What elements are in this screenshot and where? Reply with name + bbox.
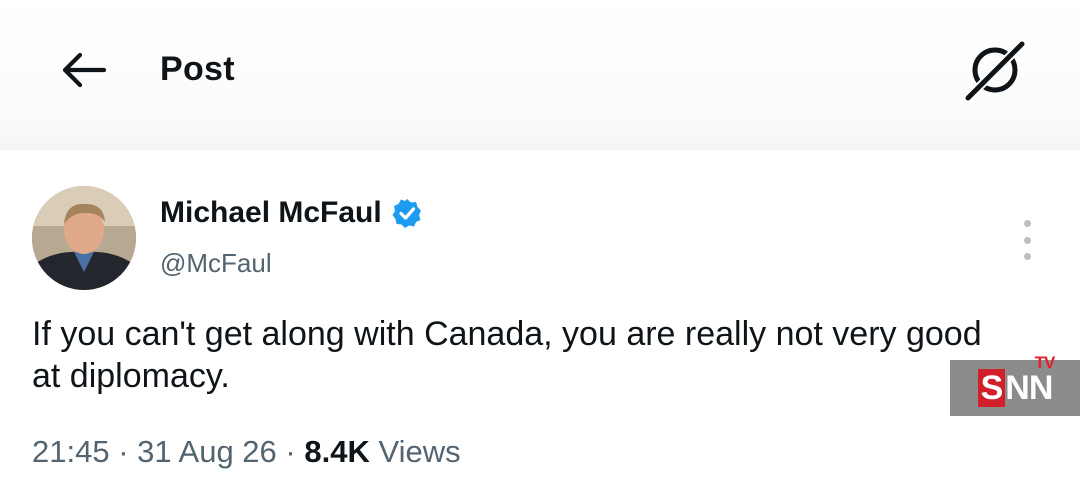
tweet-time[interactable]: 21:45	[32, 434, 110, 469]
views-label: Views	[378, 434, 461, 469]
page-title: Post	[160, 50, 235, 88]
tweet-date[interactable]: 31 Aug 26	[137, 434, 277, 469]
grok-button[interactable]	[962, 39, 1028, 103]
author-name-row: Michael McFaul	[160, 196, 422, 230]
meta-separator: ·	[118, 434, 129, 469]
avatar[interactable]	[32, 186, 136, 290]
arrow-left-icon	[62, 52, 107, 88]
snn-tv-logo: SNN TV	[977, 353, 1055, 408]
logo-tv: TV	[1034, 352, 1056, 372]
tweet-text: If you can't get along with Canada, you …	[32, 315, 982, 395]
verified-badge-icon	[392, 199, 421, 228]
more-dot	[1023, 236, 1031, 244]
logo-letter-s: S	[977, 368, 1006, 407]
profile-photo-icon	[32, 186, 136, 290]
author-name[interactable]: Michael McFaul	[160, 196, 382, 230]
snn-tv-watermark: SNN TV	[950, 353, 1080, 416]
more-vertical-icon	[1023, 220, 1031, 227]
author-handle[interactable]: @McFaul	[160, 248, 272, 279]
meta-separator: ·	[285, 434, 296, 469]
back-button[interactable]	[58, 48, 110, 92]
views-count[interactable]: 8.4K	[304, 434, 369, 469]
more-dot	[1023, 253, 1031, 260]
more-options-button[interactable]	[1012, 218, 1042, 262]
grok-icon	[963, 39, 1027, 103]
tweet-meta: 21:45 · 31 Aug 26 · 8.4K Views	[32, 434, 461, 470]
logo-letters-nn: NN	[1005, 368, 1053, 407]
top-app-bar: Post	[0, 0, 1080, 150]
